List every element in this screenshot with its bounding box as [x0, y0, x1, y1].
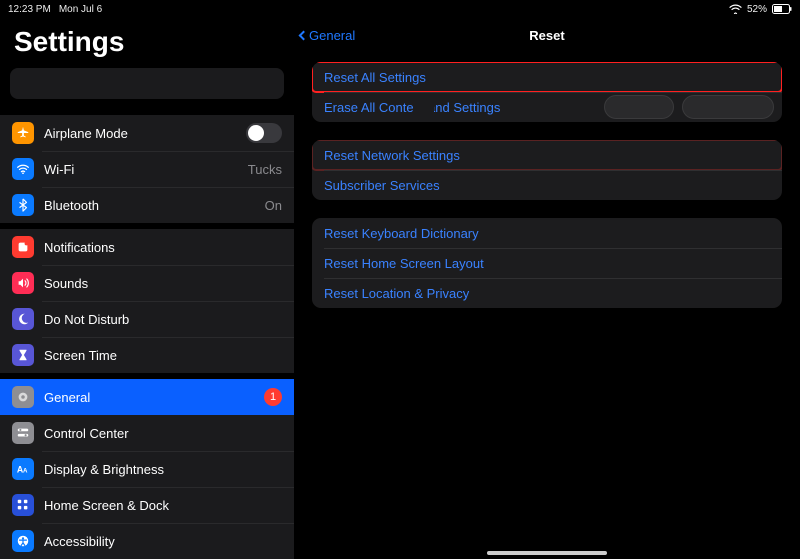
sidebar-item-label: Home Screen & Dock: [44, 498, 282, 513]
page-title: Settings: [0, 18, 294, 68]
sidebar-item-control-center[interactable]: Control Center: [0, 415, 294, 451]
sidebar-item-wifi[interactable]: Wi-Fi Tucks: [0, 151, 294, 187]
sidebar-item-value: On: [265, 198, 282, 213]
wifi-icon: [729, 4, 742, 14]
wifi-icon: [12, 158, 34, 180]
detail-header: General Reset: [294, 18, 800, 52]
sidebar-item-label: Notifications: [44, 240, 282, 255]
redaction-pill: [414, 98, 434, 116]
bluetooth-icon: [12, 194, 34, 216]
text-size-icon: AA: [12, 458, 34, 480]
sidebar-item-display-brightness[interactable]: AA Display & Brightness: [0, 451, 294, 487]
accessibility-icon: [12, 530, 34, 552]
row-label: Reset Network Settings: [324, 148, 460, 163]
detail-title: Reset: [529, 28, 564, 43]
reset-keyboard-dictionary-row[interactable]: Reset Keyboard Dictionary: [312, 218, 782, 248]
sidebar-group-connectivity: Airplane Mode Wi-Fi Tucks Bluetooth On: [0, 109, 294, 223]
sidebar-item-label: Airplane Mode: [44, 126, 236, 141]
reset-network-settings-row[interactable]: Reset Network Settings: [312, 140, 782, 170]
erase-all-content-row[interactable]: Erase All Content and Settings: [312, 92, 782, 122]
row-label: Subscriber Services: [324, 178, 440, 193]
sidebar-item-label: Bluetooth: [44, 198, 255, 213]
reset-all-settings-row[interactable]: Reset All Settings: [312, 62, 782, 92]
row-label: Reset All Settings: [324, 70, 426, 85]
sidebar-item-accessibility[interactable]: Accessibility: [0, 523, 294, 559]
row-label: Erase All Content and Settings: [324, 100, 500, 115]
hourglass-icon: [12, 344, 34, 366]
reset-home-screen-layout-row[interactable]: Reset Home Screen Layout: [312, 248, 782, 278]
detail-body: Reset All Settings Erase All Content and…: [294, 52, 800, 308]
home-indicator[interactable]: [487, 551, 607, 555]
sidebar-item-sounds[interactable]: Sounds: [0, 265, 294, 301]
reset-location-privacy-row[interactable]: Reset Location & Privacy: [312, 278, 782, 308]
sidebar-item-notifications[interactable]: Notifications: [0, 229, 294, 265]
chevron-left-icon: [299, 30, 309, 40]
battery-percent: 52%: [747, 4, 767, 15]
subscriber-services-row[interactable]: Subscriber Services: [312, 170, 782, 200]
main-split: Settings Airplane Mode Wi-Fi Tucks: [0, 18, 800, 559]
detail-pane: General Reset Reset All Settings Erase A…: [294, 18, 800, 559]
row-label: Reset Home Screen Layout: [324, 256, 484, 271]
sidebar-group-alerts: Notifications Sounds Do Not Disturb: [0, 223, 294, 373]
airplane-icon: [12, 122, 34, 144]
reset-group-3: Reset Keyboard Dictionary Reset Home Scr…: [312, 218, 782, 308]
sidebar-item-airplane-mode[interactable]: Airplane Mode: [0, 115, 294, 151]
back-button-label: General: [309, 28, 355, 43]
sidebar-group-system: General 1 Control Center AA Display & Br…: [0, 373, 294, 559]
reset-group-1: Reset All Settings Erase All Content and…: [312, 62, 782, 122]
moon-icon: [12, 308, 34, 330]
sidebar-item-general[interactable]: General 1: [0, 379, 294, 415]
gear-icon: [12, 386, 34, 408]
sidebar-item-label: Accessibility: [44, 534, 282, 549]
switches-icon: [12, 422, 34, 444]
status-date: Mon Jul 6: [59, 4, 102, 15]
reset-group-2: Reset Network Settings Subscriber Servic…: [312, 140, 782, 200]
sidebar-item-screen-time[interactable]: Screen Time: [0, 337, 294, 373]
notification-badge: 1: [264, 388, 282, 406]
row-label: Reset Location & Privacy: [324, 286, 469, 301]
sidebar-item-label: Wi-Fi: [44, 162, 238, 177]
sidebar-item-label: Screen Time: [44, 348, 282, 363]
status-bar: 12:23 PM Mon Jul 6 52%: [0, 0, 800, 18]
row-label: Reset Keyboard Dictionary: [324, 226, 479, 241]
sidebar-item-label: Sounds: [44, 276, 282, 291]
settings-sidebar: Settings Airplane Mode Wi-Fi Tucks: [0, 18, 294, 559]
redaction-pill: [604, 95, 774, 119]
airplane-toggle[interactable]: [246, 123, 282, 143]
sidebar-item-label: Display & Brightness: [44, 462, 282, 477]
battery-icon: [772, 4, 792, 14]
svg-text:A: A: [23, 468, 28, 475]
sidebar-item-bluetooth[interactable]: Bluetooth On: [0, 187, 294, 223]
status-time: 12:23 PM: [8, 4, 51, 15]
app-root: 12:23 PM Mon Jul 6 52% Settings Ai: [0, 0, 800, 559]
notifications-icon: [12, 236, 34, 258]
grid-icon: [12, 494, 34, 516]
back-button[interactable]: General: [300, 18, 355, 52]
sidebar-item-value: Tucks: [248, 162, 282, 177]
sidebar-item-home-screen-dock[interactable]: Home Screen & Dock: [0, 487, 294, 523]
sounds-icon: [12, 272, 34, 294]
sidebar-item-do-not-disturb[interactable]: Do Not Disturb: [0, 301, 294, 337]
sidebar-item-label: General: [44, 390, 254, 405]
sidebar-item-label: Control Center: [44, 426, 282, 441]
profile-card[interactable]: [10, 68, 284, 99]
sidebar-item-label: Do Not Disturb: [44, 312, 282, 327]
